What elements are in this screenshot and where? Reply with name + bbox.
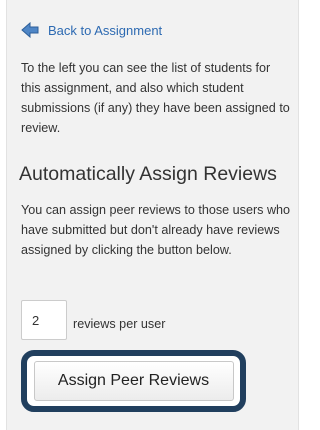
reviews-per-user-label: reviews per user	[73, 317, 166, 331]
section-description: You can assign peer reviews to those use…	[21, 203, 291, 257]
reviews-per-user-row: reviews per user	[21, 300, 165, 340]
section-title: Automatically Assign Reviews	[19, 163, 277, 185]
assign-button-highlight: Assign Peer Reviews	[21, 350, 246, 412]
back-link-label: Back to Assignment	[48, 22, 163, 38]
intro-text: To the left you can see the list of stud…	[21, 61, 290, 135]
reviews-per-user-input[interactable]	[21, 300, 67, 340]
arrow-left-icon	[21, 22, 39, 38]
back-to-assignment-link[interactable]: Back to Assignment	[21, 22, 162, 38]
assign-peer-reviews-button[interactable]: Assign Peer Reviews	[33, 361, 234, 401]
sidebar-panel: Back to Assignment To the left you can s…	[6, 0, 299, 430]
